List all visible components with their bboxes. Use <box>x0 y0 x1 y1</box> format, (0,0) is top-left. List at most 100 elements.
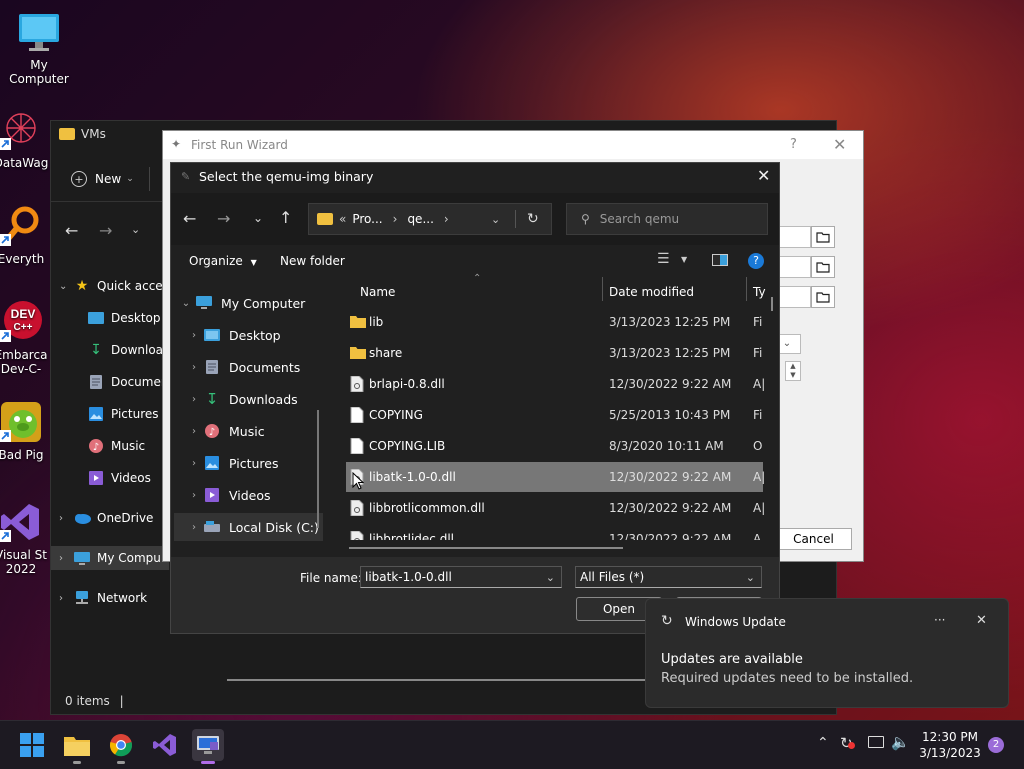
column-divider[interactable] <box>602 277 603 301</box>
desktop-icon-label: Everyth <box>0 252 45 266</box>
forward-arrow-icon[interactable]: → <box>217 209 230 228</box>
sidebar-item-documents[interactable]: › Documents <box>185 353 300 381</box>
close-icon[interactable]: ✕ <box>757 166 770 185</box>
more-options-button[interactable]: ··· <box>934 613 945 627</box>
file-row-libatk-selected[interactable]: libatk-1.0-0.dll 12/30/2022 9:22 AM A| <box>346 462 765 492</box>
nav-item-onedrive[interactable]: › OneDrive <box>59 506 153 530</box>
file-row-lib[interactable]: lib 3/13/2023 12:25 PM Fi <box>346 307 763 337</box>
chevron-down-icon[interactable]: ⌄ <box>746 571 755 584</box>
up-arrow-icon[interactable]: ↑ <box>279 208 292 227</box>
command-bar: Organize ▼ New folder ☰ ▼ ? <box>171 245 779 275</box>
file-name-input[interactable]: libatk-1.0-0.dll ⌄ <box>360 566 562 588</box>
close-icon[interactable]: ✕ <box>976 613 987 628</box>
sync-error-icon[interactable]: ↻ <box>840 734 855 752</box>
horizontal-scrollbar[interactable] <box>227 679 647 681</box>
network-icon[interactable] <box>868 736 884 748</box>
forward-arrow-icon[interactable]: → <box>99 221 112 240</box>
windows-update-notification[interactable]: ↻ Windows Update ··· ✕ Updates are avail… <box>645 598 1009 708</box>
nav-item-quick-access[interactable]: ⌄ ★ Quick acces <box>59 274 169 298</box>
help-icon[interactable]: ? <box>748 253 764 269</box>
sidebar-item-videos[interactable]: › Videos <box>185 481 271 509</box>
wand-icon: ✦ <box>171 137 182 151</box>
file-row-libbrotlidec[interactable]: libbrotlidec.dll 12/30/2022 9:22 AM A <box>346 524 763 540</box>
view-options-icon[interactable]: ☰ <box>657 251 670 267</box>
notification-count-badge[interactable]: 2 <box>988 737 1004 753</box>
help-button[interactable]: ? <box>790 137 797 152</box>
sidebar-item-downloads[interactable]: › ↧ Downloads <box>185 385 298 413</box>
refresh-icon[interactable]: ↻ <box>527 211 539 227</box>
chevron-down-icon: ⌄ <box>181 297 191 309</box>
taskbar-file-explorer[interactable] <box>61 729 93 764</box>
nav-item-desktop[interactable]: Desktop <box>73 306 161 330</box>
file-list-vertical-scrollbar[interactable] <box>771 297 773 311</box>
browse-folder-button-2[interactable] <box>811 256 835 278</box>
wizard-spinner[interactable]: ▲ ▼ <box>785 361 801 381</box>
column-divider[interactable] <box>746 277 747 301</box>
chevron-down-icon[interactable]: ▼ <box>681 255 687 264</box>
pen-icon: ✎ <box>181 170 191 183</box>
nav-item-pictures[interactable]: Pictures <box>73 402 159 426</box>
start-button[interactable] <box>16 729 48 761</box>
nav-item-music[interactable]: ♪ Music <box>73 434 145 458</box>
column-header-type[interactable]: Ty <box>753 285 766 299</box>
sidebar-item-desktop[interactable]: › Desktop <box>185 321 281 349</box>
chevron-right-icon: › <box>192 457 196 469</box>
select-file-dialog[interactable]: ✎ Select the qemu-img binary ✕ ← → ⌄ ↑ «… <box>170 162 780 634</box>
sidebar-item-pictures[interactable]: › Pictures <box>185 449 279 477</box>
breadcrumb[interactable]: « Pro... › qe... › ⌄ ↻ <box>308 203 552 235</box>
new-button[interactable]: + New ⌄ <box>71 171 134 187</box>
file-row-copying[interactable]: COPYING 5/25/2013 10:43 PM Fi <box>346 400 763 430</box>
file-list-horizontal-scrollbar[interactable] <box>349 547 623 549</box>
breadcrumb-item[interactable]: qe... <box>407 212 433 226</box>
visual-studio-icon <box>0 500 43 544</box>
column-header-name[interactable]: Name <box>360 285 395 299</box>
nav-item-documents[interactable]: Documen <box>73 370 168 394</box>
chevron-up-icon[interactable]: ⌃ <box>817 735 829 751</box>
nav-item-network[interactable]: › Network <box>59 586 147 610</box>
taskbar-virtual-machine-app[interactable] <box>192 729 224 764</box>
breadcrumb-item[interactable]: Pro... <box>352 212 382 226</box>
column-header-date[interactable]: Date modified <box>609 285 694 299</box>
new-folder-button[interactable]: New folder <box>280 254 345 268</box>
sidebar-scrollbar[interactable] <box>317 410 319 528</box>
chevron-down-icon: ⌄ <box>59 280 68 292</box>
browse-folder-button-1[interactable] <box>811 226 835 248</box>
back-arrow-icon[interactable]: ← <box>65 221 78 240</box>
sidebar-item-my-computer[interactable]: ⌄ My Computer <box>177 289 306 317</box>
desktop-icon-my-computer[interactable]: My Computer <box>0 10 78 86</box>
dll-file-icon <box>350 376 364 392</box>
sidebar-item-music[interactable]: › ♪ Music <box>185 417 265 445</box>
explorer-title: VMs <box>59 127 106 141</box>
file-row-brlapi[interactable]: brlapi-0.8.dll 12/30/2022 9:22 AM A| <box>346 369 765 399</box>
nav-item-my-computer[interactable]: › My Compu <box>51 546 169 570</box>
back-arrow-icon[interactable]: ← <box>183 209 196 228</box>
chevron-right-icon: › <box>59 512 63 524</box>
organize-button[interactable]: Organize ▼ <box>189 254 257 268</box>
file-row-share[interactable]: share 3/13/2023 12:25 PM Fi <box>346 338 763 368</box>
chevron-down-icon[interactable]: ⌄ <box>131 223 140 236</box>
file-type-select[interactable]: All Files (*) ⌄ <box>575 566 762 588</box>
desktop-icon-label: DataWag <box>0 156 49 170</box>
chevron-down-icon[interactable]: ⌄ <box>253 211 263 225</box>
desktop-icon-label: My Computer <box>9 58 69 86</box>
clock[interactable]: 12:30 PM 3/13/2023 <box>914 729 986 761</box>
nav-item-videos[interactable]: Videos <box>73 466 151 490</box>
pictures-icon <box>203 455 221 471</box>
chevron-down-icon[interactable]: ⌄ <box>491 213 500 226</box>
folder-icon <box>317 213 333 225</box>
pig-icon <box>0 400 43 444</box>
search-input[interactable]: ⚲ Search qemu <box>566 203 768 235</box>
sidebar-item-local-disk[interactable]: › Local Disk (C:) <box>174 513 323 541</box>
taskbar-visual-studio[interactable] <box>149 729 181 761</box>
svg-text:C++: C++ <box>14 322 33 333</box>
taskbar-chrome[interactable] <box>105 729 137 764</box>
file-row-copying-lib[interactable]: COPYING.LIB 8/3/2020 10:11 AM O <box>346 431 763 461</box>
volume-icon[interactable]: 🔈 <box>891 733 910 751</box>
close-icon[interactable]: ✕ <box>833 135 846 154</box>
browse-folder-button-3[interactable] <box>811 286 835 308</box>
chevron-down-icon[interactable]: ⌄ <box>546 571 555 584</box>
wizard-cancel-button[interactable]: Cancel <box>775 528 852 550</box>
nav-item-downloads[interactable]: ↧ Download <box>73 338 171 362</box>
file-row-libbrotlicommon[interactable]: libbrotlicommon.dll 12/30/2022 9:22 AM A… <box>346 493 765 523</box>
preview-pane-icon[interactable] <box>712 254 728 266</box>
